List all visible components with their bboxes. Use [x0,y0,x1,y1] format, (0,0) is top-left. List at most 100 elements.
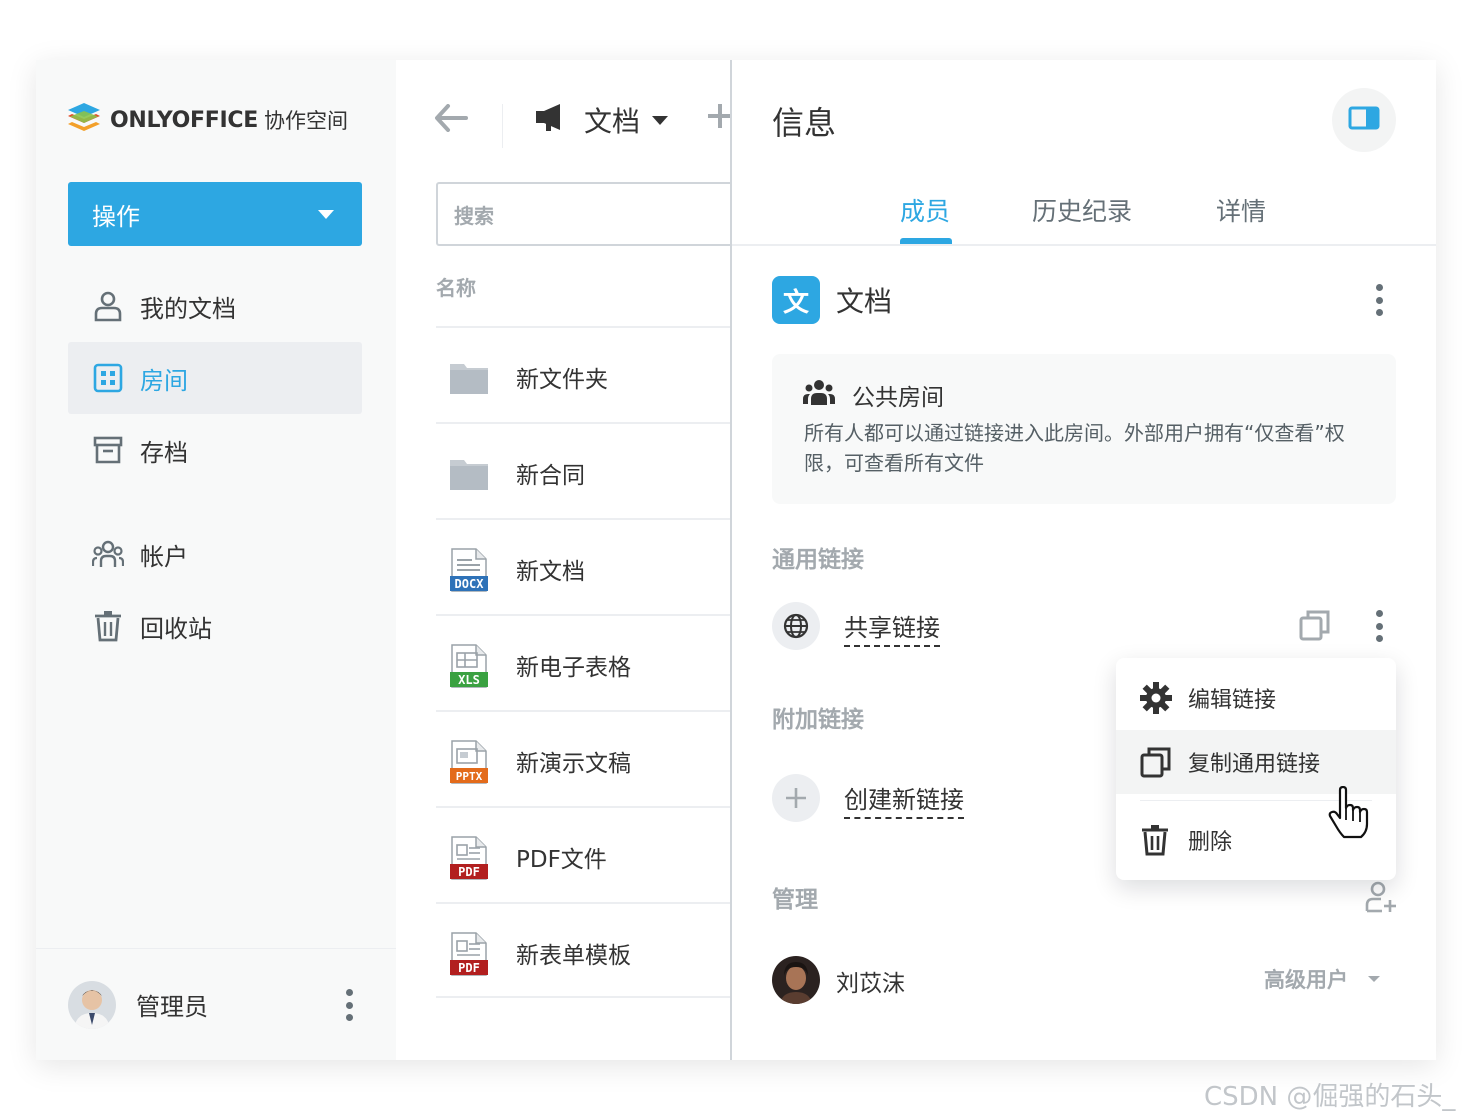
globe-icon [772,602,820,650]
file-name: 新表单模板 [516,943,631,969]
accounts-icon [92,538,124,570]
list-item[interactable]: XLS 新电子表格 [436,614,730,710]
plus-icon[interactable] [772,774,820,822]
user-icon [92,290,124,322]
panel-toggle-icon [1348,106,1380,134]
file-name: 新合同 [516,463,585,489]
menu-item-label: 删除 [1188,830,1233,855]
folder-icon [450,452,488,496]
actions-button[interactable]: 操作 [68,182,362,246]
file-list-header: 文档 [396,90,730,150]
trash-icon [92,610,124,642]
link-context-menu: 编辑链接 复制通用链接 删除 [1116,658,1396,880]
file-name: PDF文件 [516,847,607,873]
pptx-file-icon: PPTX [450,740,488,784]
app-window: ONLYOFFICE 协作空间 操作 我的文档 房间 存档 帐户 回收站 管理员… [36,60,1436,1060]
copy-icon[interactable] [1298,608,1332,646]
search-input[interactable]: 搜索 [436,182,730,246]
general-links-heading: 通用链接 [772,547,864,573]
tab-history[interactable]: 历史纪录 [1032,192,1132,228]
public-room-description: 所有人都可以通过链接进入此房间。外部用户拥有“仅查看”权限，可查看所有文件 [804,421,1345,475]
caret-down-icon[interactable] [652,116,668,125]
logo-subtitle: 协作空间 [263,109,348,133]
tab-members[interactable]: 成员 [900,192,950,228]
docx-file-icon: DOCX [450,548,488,592]
room-menu-dots-icon[interactable] [1376,284,1384,316]
folder-title[interactable]: 文档 [584,100,640,140]
pdf-file-icon: PDF [450,836,488,880]
folder-icon [450,356,488,400]
menu-item-label: 编辑链接 [1188,688,1277,713]
header-divider [502,104,503,148]
avatar[interactable] [68,980,116,1029]
tab-details[interactable]: 详情 [1216,192,1266,228]
user-name: 管理员 [136,993,208,1021]
share-link[interactable]: 共享链接 [844,608,940,647]
file-name: 新演示文稿 [516,751,631,777]
list-item[interactable]: DOCX 新文档 [436,518,730,614]
list-item[interactable]: 新文件夹 [436,326,730,422]
file-list-panel: 文档 搜索 名称 新文件夹 新合同 DOCX 新文档 XLS 新电子表格 PPT… [396,60,732,1060]
svg-text:XLS: XLS [458,673,480,687]
sidebar-item-rooms[interactable]: 房间 [68,342,362,414]
additional-links-heading: 附加链接 [772,707,864,733]
info-panel-title: 信息 [772,104,837,142]
user-menu-dots-icon[interactable] [346,989,354,1021]
avatar [772,956,820,1004]
xls-file-icon: XLS [450,644,488,688]
sidebar-item-label: 我的文档 [140,294,236,323]
sidebar-item-label: 存档 [140,438,188,467]
actions-button-label: 操作 [92,202,140,231]
file-name: 新文件夹 [516,367,608,393]
pdf-form-file-icon: PDF [450,932,488,976]
sidebar-item-archive[interactable]: 存档 [68,414,362,486]
onlyoffice-logo-icon [66,101,102,139]
active-tab-indicator [900,238,952,244]
people-icon [802,378,836,410]
menu-item-label: 复制通用链接 [1188,752,1321,777]
public-room-icon [534,102,566,136]
rooms-icon [92,362,124,394]
search-placeholder: 搜索 [454,203,494,228]
logo-text: ONLYOFFICE [110,107,258,133]
watermark-text: CSDN @倔强的石头_ [1204,1082,1456,1112]
plus-icon[interactable] [706,102,730,134]
logo[interactable]: ONLYOFFICE 协作空间 [66,102,348,138]
sidebar: ONLYOFFICE 协作空间 操作 我的文档 房间 存档 帐户 回收站 管理员 [36,60,396,1060]
menu-item-copy-general-link[interactable]: 复制通用链接 [1116,730,1396,794]
member-role-select[interactable]: 高级用户 [1264,964,1348,994]
svg-text:PDF: PDF [458,865,480,879]
sidebar-item-my-documents[interactable]: 我的文档 [68,270,362,342]
public-room-title: 公共房间 [852,385,944,411]
link-menu-dots-icon[interactable] [1376,610,1384,642]
gear-icon [1140,682,1172,720]
sidebar-item-trash[interactable]: 回收站 [68,590,362,662]
menu-item-edit-link[interactable]: 编辑链接 [1116,666,1396,730]
list-item[interactable]: 新合同 [436,422,730,518]
public-room-notice: 公共房间 所有人都可以通过链接进入此房间。外部用户拥有“仅查看”权限，可查看所有… [772,354,1396,504]
room-name: 文档 [836,285,893,318]
toggle-panel-button[interactable] [1332,88,1396,152]
archive-icon [92,434,124,466]
member-name: 刘苡沫 [836,971,905,997]
column-header-name[interactable]: 名称 [436,272,476,301]
list-item[interactable]: PPTX 新演示文稿 [436,710,730,806]
file-name: 新文档 [516,559,585,585]
file-name: 新电子表格 [516,655,631,681]
sidebar-item-accounts[interactable]: 帐户 [68,518,362,590]
create-new-link[interactable]: 创建新链接 [844,780,964,819]
sidebar-item-label: 房间 [140,366,188,395]
back-arrow-icon[interactable] [434,104,468,136]
add-user-icon[interactable] [1364,880,1398,918]
copy-icon [1140,746,1172,784]
manage-heading: 管理 [772,887,818,913]
caret-down-icon[interactable] [1368,976,1380,982]
sidebar-item-label: 帐户 [140,542,188,571]
svg-text:PDF: PDF [458,961,480,975]
info-panel: 信息 成员 历史纪录 详情 文 文档 公共房间 所有人都可以通过链接进入此房间。… [732,60,1436,1060]
user-profile[interactable]: 管理员 [36,948,396,1060]
list-item[interactable]: PDF PDF文件 [436,806,730,902]
list-item[interactable]: PDF 新表单模板 [436,902,730,998]
hand-pointer-cursor-icon [1326,785,1372,844]
svg-text:DOCX: DOCX [455,577,485,591]
